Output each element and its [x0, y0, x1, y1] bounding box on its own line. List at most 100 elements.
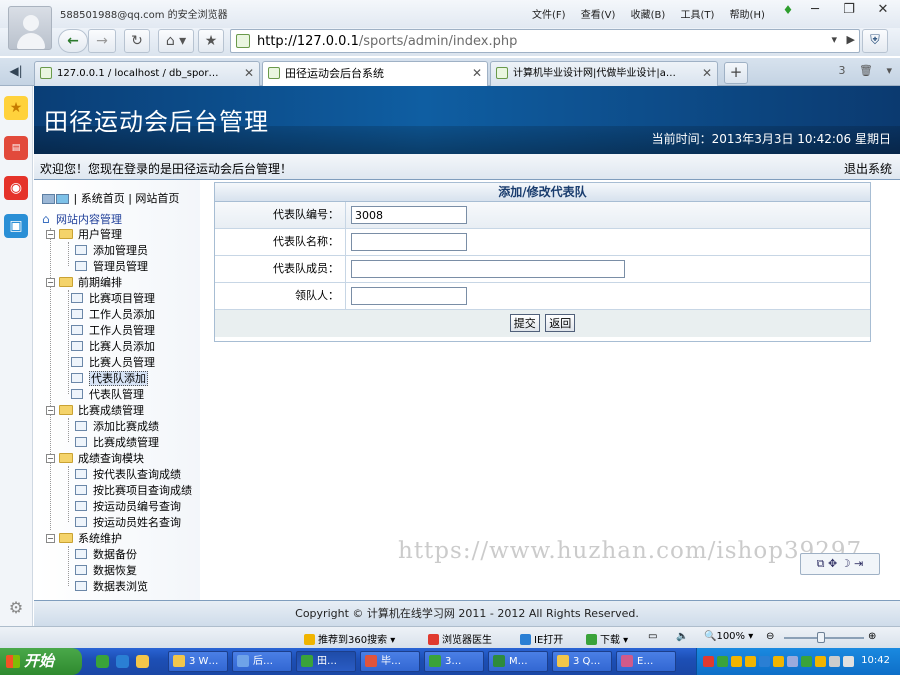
taskbar-item[interactable]: 3 W… [168, 651, 228, 672]
tray-icon[interactable] [745, 656, 756, 667]
quicklaunch-360-icon[interactable] [96, 655, 109, 668]
tree-item-athlete-manage[interactable]: 比赛人员管理 [71, 356, 155, 370]
weibo-icon[interactable]: ◉ [4, 176, 28, 200]
home-button[interactable]: ⌂ ▾ [158, 29, 194, 53]
floating-toolbar[interactable]: ⧉ ✥ ☽ ⇥ [800, 553, 880, 575]
browser-doctor-button[interactable]: 浏览器医生 [428, 631, 492, 646]
tree-item-staff-add[interactable]: 工作人员添加 [71, 308, 155, 322]
tab-phpmyadmin[interactable]: 127.0.0.1 / localhost / db_spor… ✕ [34, 61, 260, 86]
address-bar[interactable]: http://127.0.0.1/sports/admin/index.php … [230, 29, 860, 53]
tab-close-icon[interactable]: ✕ [244, 62, 254, 85]
tree-item-query-team[interactable]: 按代表队查询成绩 [75, 468, 181, 482]
tree-item-query-athlete-no[interactable]: 按运动员编号查询 [75, 500, 181, 514]
address-dropdown-icon[interactable]: ▾ [831, 33, 837, 46]
news-icon[interactable]: ▤ [4, 136, 28, 160]
sound-icon[interactable]: 🔈 [676, 631, 688, 642]
tree-cat-maintenance[interactable]: − 系统维护 [46, 532, 122, 546]
tree-cat-score[interactable]: − 比赛成绩管理 [46, 404, 144, 418]
skin-icon[interactable]: ♦ [778, 0, 798, 22]
tree-item-query-athlete-name[interactable]: 按运动员姓名查询 [75, 516, 181, 530]
tree-item-add-admin[interactable]: 添加管理员 [75, 244, 148, 258]
team-name-input[interactable] [351, 233, 467, 251]
team-leader-input[interactable] [351, 287, 467, 305]
maximize-button[interactable]: ❐ [832, 0, 866, 22]
refresh-button[interactable]: ↻ [124, 29, 150, 53]
tab-close-icon[interactable]: ✕ [702, 62, 712, 85]
start-button[interactable]: 开始 [0, 648, 82, 675]
zoom-slider-handle[interactable] [817, 632, 825, 643]
tray-icon[interactable] [801, 656, 812, 667]
tray-icon[interactable] [829, 656, 840, 667]
screen-icon[interactable]: ▭ [648, 631, 657, 642]
taskbar-item[interactable]: 3… [424, 651, 484, 672]
trash-icon[interactable]: 🗑 [859, 64, 873, 77]
tree-item-query-event[interactable]: 按比赛项目查询成绩 [75, 484, 192, 498]
tray-icon[interactable] [759, 656, 770, 667]
tree-item-score-add[interactable]: 添加比赛成绩 [75, 420, 159, 434]
go-icon[interactable]: ▶ [847, 33, 855, 46]
volume-icon[interactable] [843, 656, 854, 667]
tab-admin-system[interactable]: 田径运动会后台系统 ✕ [262, 61, 488, 87]
tray-icon[interactable] [717, 656, 728, 667]
tree-item-team-manage[interactable]: 代表队管理 [71, 388, 144, 402]
tab-graduation-design[interactable]: 计算机毕业设计网|代做毕业设计|a… ✕ [490, 61, 718, 86]
tree-item-team-add[interactable]: 代表队添加 [71, 371, 148, 386]
tree-item-athlete-add[interactable]: 比赛人员添加 [71, 340, 155, 354]
tray-icon[interactable] [703, 656, 714, 667]
team-code-input[interactable] [351, 206, 467, 224]
collapse-icon[interactable]: − [46, 230, 55, 239]
search360-button[interactable]: 推荐到360搜索 ▾ [304, 631, 395, 646]
taskbar-item[interactable]: M… [488, 651, 548, 672]
favorite-star-button[interactable]: ★ [198, 29, 224, 53]
tree-item-event-manage[interactable]: 比赛项目管理 [71, 292, 155, 306]
zoom-control[interactable]: 🔍100% ▾ [704, 631, 753, 642]
tray-icon[interactable] [815, 656, 826, 667]
menu-help[interactable]: 帮助(H) [730, 10, 765, 21]
download-button[interactable]: 下载 ▾ [586, 631, 628, 646]
closed-tabs-icon[interactable]: 3 [839, 64, 846, 77]
tree-item-backup[interactable]: 数据备份 [75, 548, 137, 562]
menu-tools[interactable]: 工具(T) [680, 10, 714, 21]
logout-link[interactable]: 退出系统 [844, 160, 892, 177]
zoom-in-icon[interactable]: ⊕ [868, 631, 876, 642]
taskbar-item-active[interactable]: 田… [296, 651, 356, 672]
minimize-button[interactable]: ─ [798, 0, 832, 22]
collapse-icon[interactable]: − [46, 278, 55, 287]
tree-item-restore[interactable]: 数据恢复 [75, 564, 137, 578]
tray-icon[interactable] [787, 656, 798, 667]
favorites-star-icon[interactable]: ★ [4, 96, 28, 120]
menu-view[interactable]: 查看(V) [581, 10, 616, 21]
menu-favorites[interactable]: 收藏(B) [631, 10, 666, 21]
quicklaunch-folder-icon[interactable] [136, 655, 149, 668]
tree-root[interactable]: ⌂ 网站内容管理 [42, 212, 122, 226]
sidebar-toggle-icon[interactable]: ◀| [0, 58, 32, 86]
tree-cat-arrangement[interactable]: − 前期编排 [46, 276, 122, 290]
gear-icon[interactable]: ⚙ [4, 596, 28, 620]
taskbar-item[interactable]: E… [616, 651, 676, 672]
collapse-icon[interactable]: − [46, 534, 55, 543]
security-shield-button[interactable]: ⛨ [862, 29, 888, 53]
tree-item-score-manage[interactable]: 比赛成绩管理 [75, 436, 159, 450]
system-home-link[interactable]: 系统首页 [81, 192, 125, 205]
tray-icon[interactable] [773, 656, 784, 667]
app-icon[interactable]: ▣ [4, 214, 28, 238]
new-tab-button[interactable]: + [724, 62, 748, 84]
forward-button[interactable]: → [88, 29, 116, 53]
user-avatar[interactable] [8, 6, 52, 50]
back-button[interactable]: ← [58, 29, 88, 53]
tree-item-table-browse[interactable]: 数据表浏览 [75, 580, 148, 594]
tab-menu-dropdown-icon[interactable]: ▾ [886, 64, 892, 77]
tree-item-staff-manage[interactable]: 工作人员管理 [71, 324, 155, 338]
team-members-input[interactable] [351, 260, 625, 278]
tree-item-admin-manage[interactable]: 管理员管理 [75, 260, 148, 274]
menu-file[interactable]: 文件(F) [532, 10, 566, 21]
close-window-button[interactable]: ✕ [866, 0, 900, 22]
taskbar-item[interactable]: 3 Q… [552, 651, 612, 672]
tree-cat-user[interactable]: − 用户管理 [46, 228, 122, 242]
submit-button[interactable]: 提交 [509, 314, 540, 332]
taskbar-item[interactable]: 毕… [360, 651, 420, 672]
collapse-icon[interactable]: − [46, 454, 55, 463]
tree-cat-query[interactable]: − 成绩查询模块 [46, 452, 144, 466]
tab-close-icon[interactable]: ✕ [472, 62, 482, 85]
zoom-out-icon[interactable]: ⊖ [766, 631, 774, 642]
